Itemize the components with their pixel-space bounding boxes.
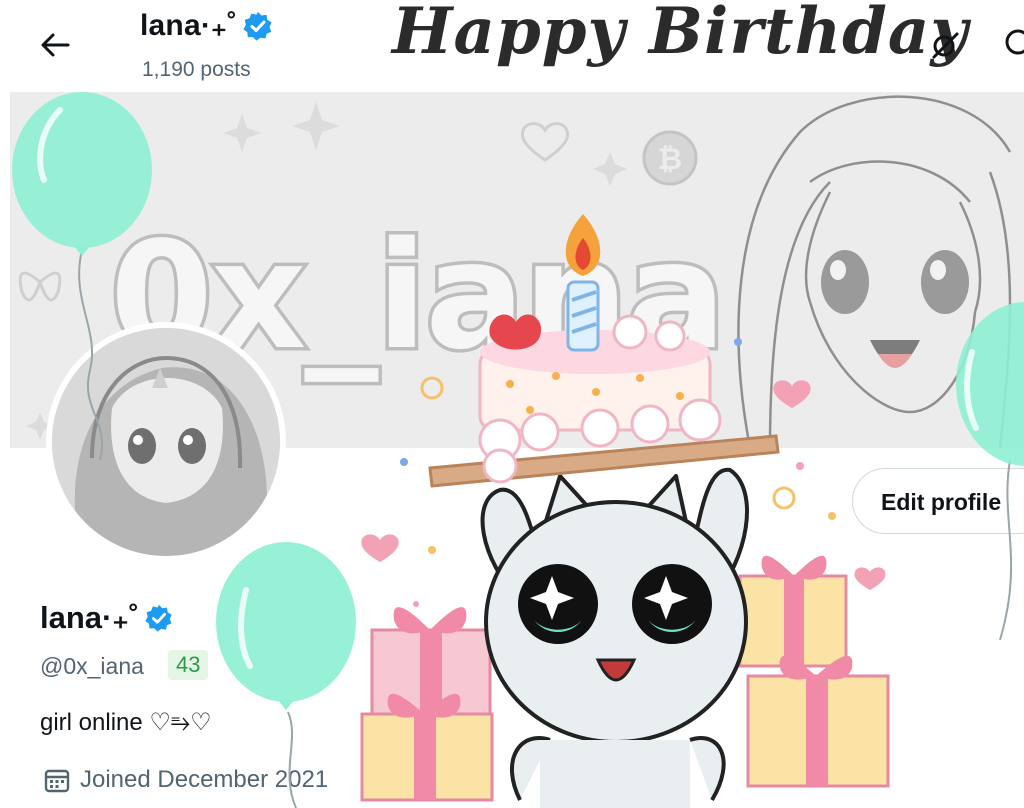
joined-date: Joined December 2021 [44,766,328,794]
profile-bio: girl online ♡⥱♡ [40,709,212,736]
svg-text:₿: ₿ [658,142,682,177]
header-post-count: 1,190 posts [142,58,251,81]
gift-box-icon [738,555,890,788]
header-name-text: lana·₊˚ [140,9,238,42]
grok-icon [932,32,959,59]
search-icon [1005,29,1024,55]
profile-name-text: lana·₊˚ [40,600,140,635]
cat-mascot-icon [480,467,749,808]
calendar-icon [44,769,70,793]
profile-avatar[interactable] [46,322,286,562]
handle-badge: 43 [168,650,209,680]
header-display-name: lana·₊˚ [140,8,273,43]
back-button[interactable] [30,22,80,68]
verified-badge-icon [145,604,172,632]
avatar-image [52,328,280,556]
happy-birthday-title: Happy Birthday [392,0,969,69]
back-arrow-icon [41,33,70,57]
grok-button[interactable] [922,22,968,68]
search-button[interactable] [996,24,1024,64]
gift-box-icon [360,607,494,802]
verified-badge-icon [243,11,272,41]
joined-text: Joined December 2021 [80,766,329,793]
profile-handle: @0x_iana [40,653,144,679]
edit-profile-button[interactable]: Edit profile [852,468,1024,534]
profile-display-name: lana·₊˚ [40,600,173,636]
